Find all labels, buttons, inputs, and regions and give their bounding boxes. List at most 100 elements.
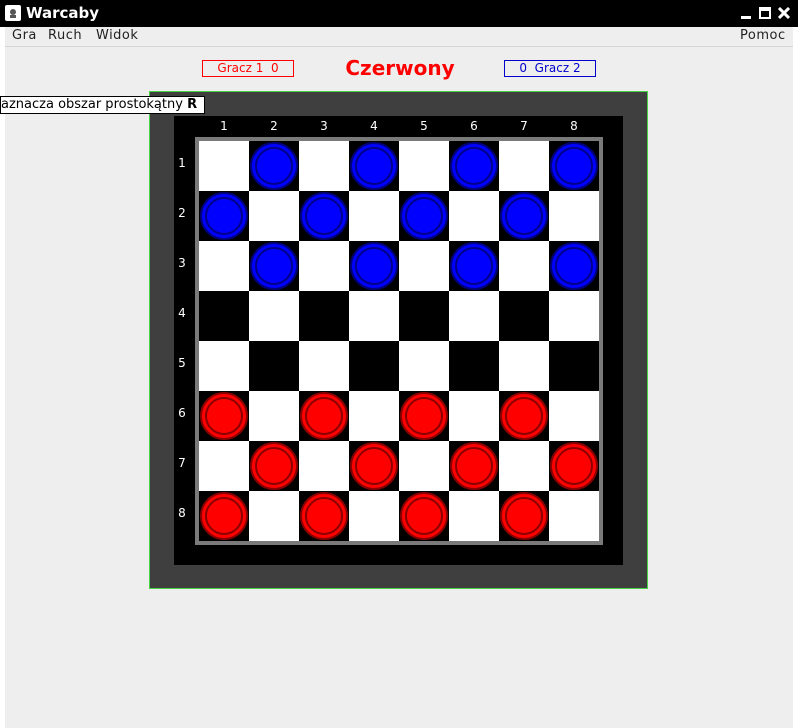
board-square[interactable] bbox=[349, 341, 399, 391]
minimize-icon[interactable] bbox=[738, 4, 754, 22]
red-checker-piece[interactable] bbox=[400, 392, 448, 440]
board-square[interactable] bbox=[399, 291, 449, 341]
board-square[interactable] bbox=[449, 291, 499, 341]
board-square[interactable] bbox=[549, 391, 599, 441]
board-square[interactable] bbox=[399, 341, 449, 391]
board-square[interactable] bbox=[199, 291, 249, 341]
red-checker-piece[interactable] bbox=[450, 442, 498, 490]
board-square[interactable] bbox=[399, 491, 449, 541]
board-square[interactable] bbox=[399, 391, 449, 441]
board-square[interactable] bbox=[199, 241, 249, 291]
board-square[interactable] bbox=[249, 341, 299, 391]
board-square[interactable] bbox=[299, 491, 349, 541]
board-square[interactable] bbox=[399, 191, 449, 241]
red-checker-piece[interactable] bbox=[300, 492, 348, 540]
board-square[interactable] bbox=[549, 491, 599, 541]
board-square[interactable] bbox=[299, 141, 349, 191]
red-checker-piece[interactable] bbox=[350, 442, 398, 490]
red-checker-piece[interactable] bbox=[300, 392, 348, 440]
board-square[interactable] bbox=[249, 441, 299, 491]
board-square[interactable] bbox=[249, 241, 299, 291]
board-square[interactable] bbox=[199, 191, 249, 241]
board-square[interactable] bbox=[449, 441, 499, 491]
close-icon[interactable] bbox=[776, 4, 792, 22]
menu-widok[interactable]: Widok bbox=[96, 27, 138, 44]
board-square[interactable] bbox=[349, 391, 399, 441]
board-square[interactable] bbox=[349, 191, 399, 241]
board-square[interactable] bbox=[499, 341, 549, 391]
board-square[interactable] bbox=[499, 241, 549, 291]
blue-checker-piece[interactable] bbox=[350, 142, 398, 190]
board-square[interactable] bbox=[449, 191, 499, 241]
board-square[interactable] bbox=[199, 341, 249, 391]
board-square[interactable] bbox=[449, 241, 499, 291]
board-square[interactable] bbox=[499, 391, 549, 441]
red-checker-piece[interactable] bbox=[250, 442, 298, 490]
column-label: 3 bbox=[320, 119, 328, 133]
blue-checker-piece[interactable] bbox=[550, 142, 598, 190]
board-square[interactable] bbox=[399, 241, 449, 291]
board-square[interactable] bbox=[449, 391, 499, 441]
blue-checker-piece[interactable] bbox=[400, 192, 448, 240]
board-square[interactable] bbox=[449, 491, 499, 541]
board-square[interactable] bbox=[249, 491, 299, 541]
board-square[interactable] bbox=[299, 191, 349, 241]
board-square[interactable] bbox=[549, 341, 599, 391]
board-square[interactable] bbox=[249, 391, 299, 441]
board-square[interactable] bbox=[299, 391, 349, 441]
maximize-icon[interactable] bbox=[757, 4, 773, 22]
board-square[interactable] bbox=[299, 441, 349, 491]
red-checker-piece[interactable] bbox=[550, 442, 598, 490]
board-square[interactable] bbox=[199, 141, 249, 191]
board-square[interactable] bbox=[349, 441, 399, 491]
board-square[interactable] bbox=[549, 141, 599, 191]
row-label: 6 bbox=[178, 406, 186, 420]
blue-checker-piece[interactable] bbox=[350, 242, 398, 290]
board-square[interactable] bbox=[499, 441, 549, 491]
red-checker-piece[interactable] bbox=[200, 392, 248, 440]
board-square[interactable] bbox=[249, 141, 299, 191]
blue-checker-piece[interactable] bbox=[300, 192, 348, 240]
player2-label: Gracz 2 bbox=[534, 61, 581, 75]
board-square[interactable] bbox=[299, 341, 349, 391]
board-square[interactable] bbox=[299, 291, 349, 341]
red-checker-piece[interactable] bbox=[200, 492, 248, 540]
board-square[interactable] bbox=[399, 141, 449, 191]
row-label: 2 bbox=[178, 206, 186, 220]
blue-checker-piece[interactable] bbox=[550, 242, 598, 290]
board-square[interactable] bbox=[349, 291, 399, 341]
blue-checker-piece[interactable] bbox=[200, 192, 248, 240]
blue-checker-piece[interactable] bbox=[500, 192, 548, 240]
blue-checker-piece[interactable] bbox=[250, 242, 298, 290]
board-square[interactable] bbox=[499, 191, 549, 241]
blue-checker-piece[interactable] bbox=[250, 142, 298, 190]
board-square[interactable] bbox=[199, 491, 249, 541]
board-square[interactable] bbox=[549, 241, 599, 291]
menu-ruch[interactable]: Ruch bbox=[48, 27, 82, 44]
board-square[interactable] bbox=[499, 291, 549, 341]
board-square[interactable] bbox=[349, 491, 399, 541]
blue-checker-piece[interactable] bbox=[450, 142, 498, 190]
board-square[interactable] bbox=[399, 441, 449, 491]
blue-checker-piece[interactable] bbox=[450, 242, 498, 290]
board-square[interactable] bbox=[349, 241, 399, 291]
board-square[interactable] bbox=[249, 291, 299, 341]
red-checker-piece[interactable] bbox=[400, 492, 448, 540]
board-square[interactable] bbox=[449, 341, 499, 391]
board-square[interactable] bbox=[499, 491, 549, 541]
board-square[interactable] bbox=[299, 241, 349, 291]
menu-pomoc[interactable]: Pomoc bbox=[740, 27, 786, 44]
red-checker-piece[interactable] bbox=[500, 492, 548, 540]
board-square[interactable] bbox=[249, 191, 299, 241]
board-square[interactable] bbox=[349, 141, 399, 191]
board-square[interactable] bbox=[449, 141, 499, 191]
board-square[interactable] bbox=[199, 391, 249, 441]
board-square[interactable] bbox=[549, 291, 599, 341]
board-square[interactable] bbox=[499, 141, 549, 191]
board-square[interactable] bbox=[549, 441, 599, 491]
red-checker-piece[interactable] bbox=[500, 392, 548, 440]
board-square[interactable] bbox=[199, 441, 249, 491]
menu-gra[interactable]: Gra bbox=[12, 27, 37, 44]
title-bar[interactable]: Warcaby bbox=[0, 0, 798, 27]
board-square[interactable] bbox=[549, 191, 599, 241]
